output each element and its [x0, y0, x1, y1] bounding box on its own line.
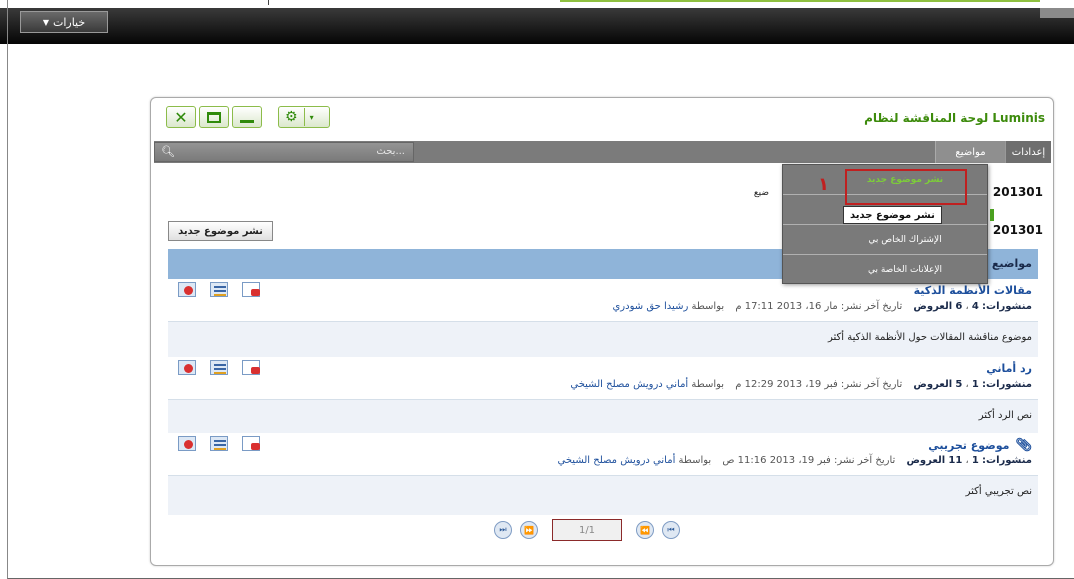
callout-highlight-box [845, 169, 967, 205]
unsubscribe-icon[interactable] [242, 360, 260, 375]
topic-meta: منشورات: 1 ، 11 العروض تاريخ آخر نشر: فب… [557, 455, 1032, 466]
row-snippet: ضيع [753, 188, 769, 198]
topic-description: نص الرد أكثر [978, 410, 1032, 421]
previous-page-icon[interactable]: ⏪ [636, 521, 654, 539]
panel-title: لوحة المناقشة لنظام Luminis [864, 111, 1045, 125]
edit-icon[interactable] [210, 282, 228, 297]
paperclip-icon: 📎︎ [1015, 438, 1032, 453]
tab-bar: 🔍︎ بحث... إعدادات مواضيع [154, 141, 1051, 163]
topic-row: موضوع تجريبي 📎︎ منشورات: 1 ، 11 العروض ت… [168, 433, 1038, 515]
last-page-icon[interactable]: ⏭ [494, 521, 512, 539]
topic-row: رد أماني منشورات: 1 ، 5 العروض تاريخ آخر… [168, 357, 1038, 439]
author-link[interactable]: رشيدا حق شودري [612, 301, 688, 312]
page-indicator[interactable]: 1/1 [552, 519, 622, 541]
minimize-button[interactable] [232, 106, 262, 128]
unsubscribe-icon[interactable] [242, 282, 260, 297]
topic-title[interactable]: مقالات الأنظمة الذكية [914, 284, 1032, 297]
topic-description: نص تجريبي أكثر [965, 486, 1032, 497]
maximize-button[interactable] [199, 106, 229, 128]
search-icon: 🔍︎ [161, 145, 175, 158]
chevron-down-icon: ▾ [303, 108, 314, 126]
tooltip: نشر موضوع جديد [843, 206, 942, 224]
topic-row: مقالات الأنظمة الذكية منشورات: 4 ، 6 الع… [168, 279, 1038, 361]
minimize-icon [240, 119, 254, 123]
close-button[interactable]: ✕ [166, 106, 196, 128]
delete-icon[interactable] [178, 360, 196, 375]
search-input[interactable]: 🔍︎ بحث... [154, 142, 414, 162]
gear-icon: ⚙ [285, 109, 298, 125]
unsubscribe-icon[interactable] [242, 436, 260, 451]
maximize-icon [207, 111, 221, 123]
edit-icon[interactable] [210, 360, 228, 375]
menu-item-my-subscriptions[interactable]: الإشتراك الخاص بي [783, 225, 987, 255]
green-marker [990, 209, 994, 221]
settings-dropdown-button[interactable]: ⚙ ▾ [278, 106, 330, 128]
close-icon: ✕ [174, 107, 188, 127]
panel-header: لوحة المناقشة لنظام Luminis ✕ ⚙ ▾ [151, 98, 1053, 142]
next-page-icon[interactable]: ⏩ [520, 521, 538, 539]
first-page-icon[interactable]: ⏮ [662, 521, 680, 539]
topic-meta: منشورات: 1 ، 5 العروض تاريخ آخر نشر: فبر… [570, 379, 1032, 390]
author-link[interactable]: أماني درويش مصلح الشيخي [570, 379, 688, 390]
row-date: 201301 [992, 223, 1043, 237]
pagination: ⏭ ⏩ 1/1 ⏪ ⏮ [494, 519, 680, 541]
topic-title[interactable]: موضوع تجريبي [928, 439, 1009, 452]
topics-header-label: مواضيع [991, 257, 1032, 270]
post-new-topic-button[interactable]: نشر موضوع جديد [168, 221, 273, 241]
topic-description: موضوع مناقشة المقالات حول الأنظمة الذكية… [827, 332, 1032, 343]
menu-item-my-announcements[interactable]: الإعلانات الخاصة بي [783, 255, 987, 285]
callout-number: ١ [818, 174, 829, 195]
topic-meta: منشورات: 4 ، 6 العروض تاريخ آخر نشر: مار… [612, 301, 1032, 312]
tab-settings[interactable]: إعدادات [1005, 141, 1051, 163]
row-date: 201301 [992, 185, 1043, 199]
tab-topics[interactable]: مواضيع [935, 141, 1005, 163]
delete-icon[interactable] [178, 282, 196, 297]
search-placeholder: بحث... [376, 146, 405, 157]
delete-icon[interactable] [178, 436, 196, 451]
topic-title[interactable]: رد أماني [986, 362, 1032, 375]
edit-icon[interactable] [210, 436, 228, 451]
author-link[interactable]: أماني درويش مصلح الشيخي [558, 455, 676, 466]
